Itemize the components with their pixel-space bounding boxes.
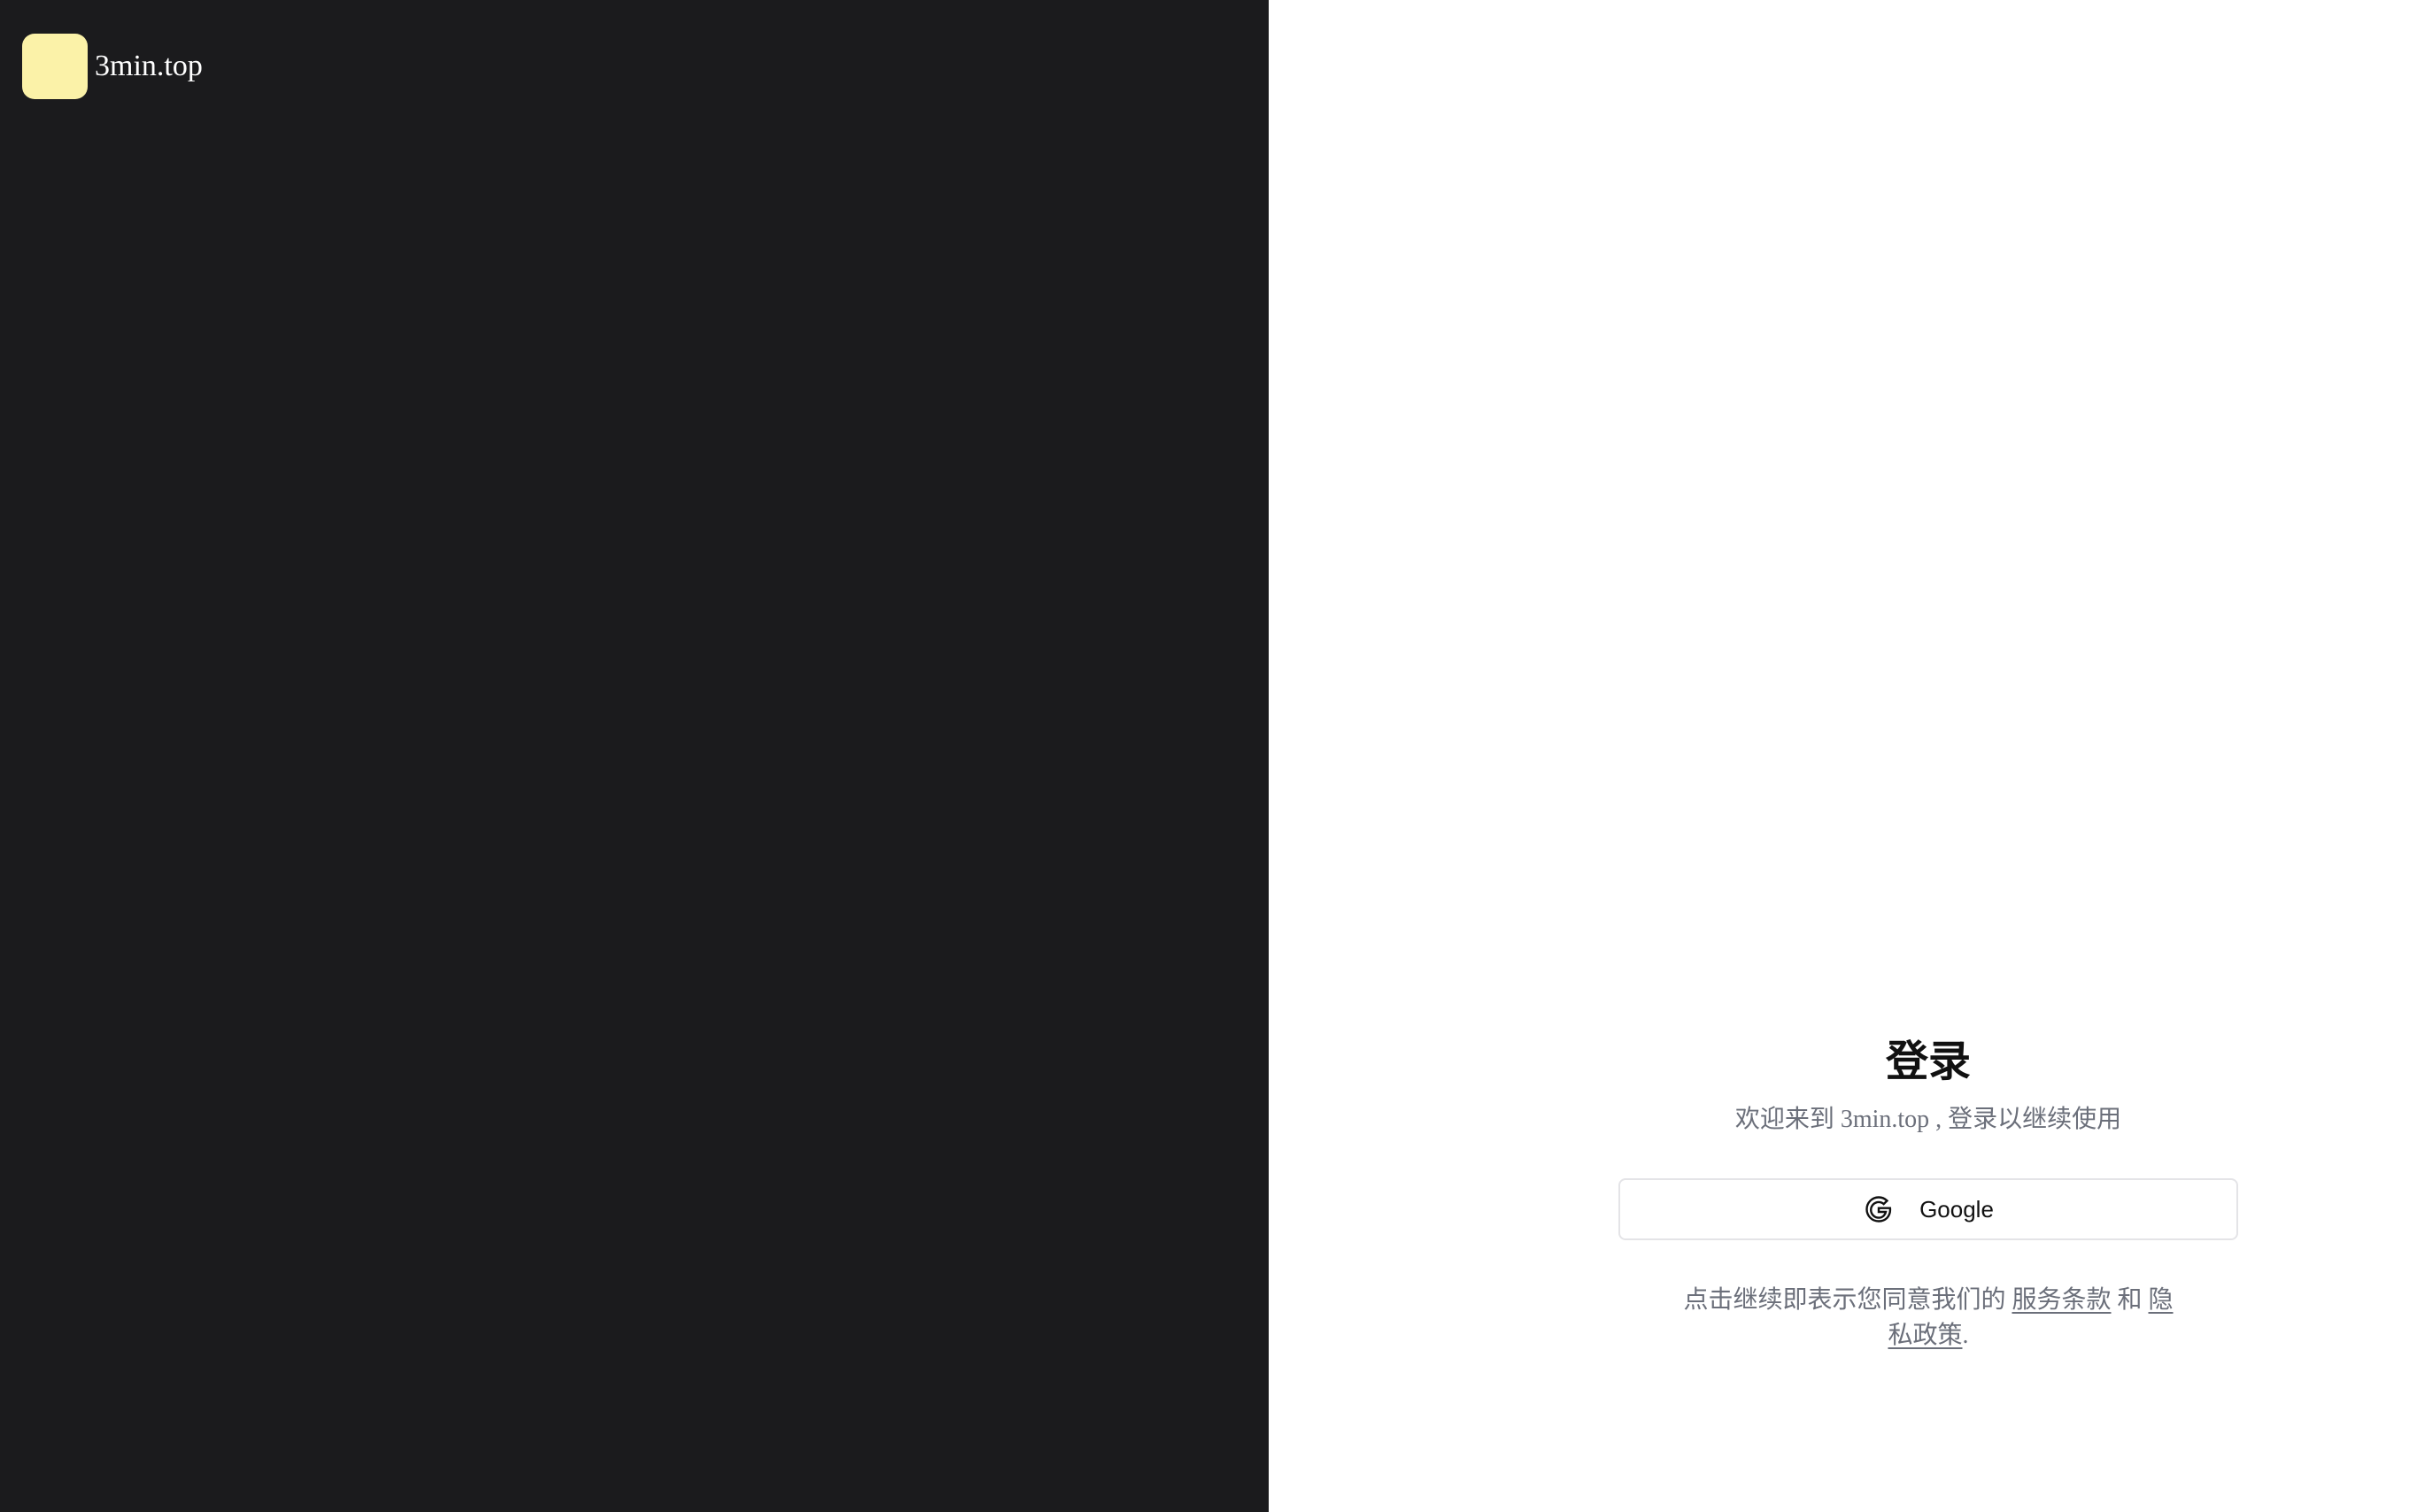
google-login-button[interactable]: Google [1618, 1178, 2238, 1240]
right-panel: 登录 欢迎来到 3min.top , 登录以继续使用 Google 点击继续即表… [1269, 0, 2417, 1512]
terms-suffix: . [1962, 1322, 1969, 1349]
login-title: 登录 [1885, 1038, 1971, 1085]
login-form: 登录 欢迎来到 3min.top , 登录以继续使用 Google 点击继续即表… [1618, 1031, 2238, 1354]
terms-of-service-link[interactable]: 服务条款 [2012, 1286, 2111, 1314]
left-panel: 3min.top [0, 0, 1269, 1512]
google-button-label: Google [1919, 1195, 1994, 1223]
terms-prefix: 点击继续即表示您同意我们的 [1683, 1286, 2012, 1314]
brand-logo [22, 34, 88, 99]
brand[interactable]: 3min.top [22, 34, 203, 99]
google-icon [1863, 1193, 1895, 1225]
terms-conjunction: 和 [2111, 1286, 2149, 1314]
brand-name: 3min.top [95, 50, 203, 82]
login-subtitle: 欢迎来到 3min.top , 登录以继续使用 [1734, 1106, 2122, 1133]
terms-notice: 点击继续即表示您同意我们的 服务条款 和 隐私政策. [1680, 1283, 2176, 1354]
